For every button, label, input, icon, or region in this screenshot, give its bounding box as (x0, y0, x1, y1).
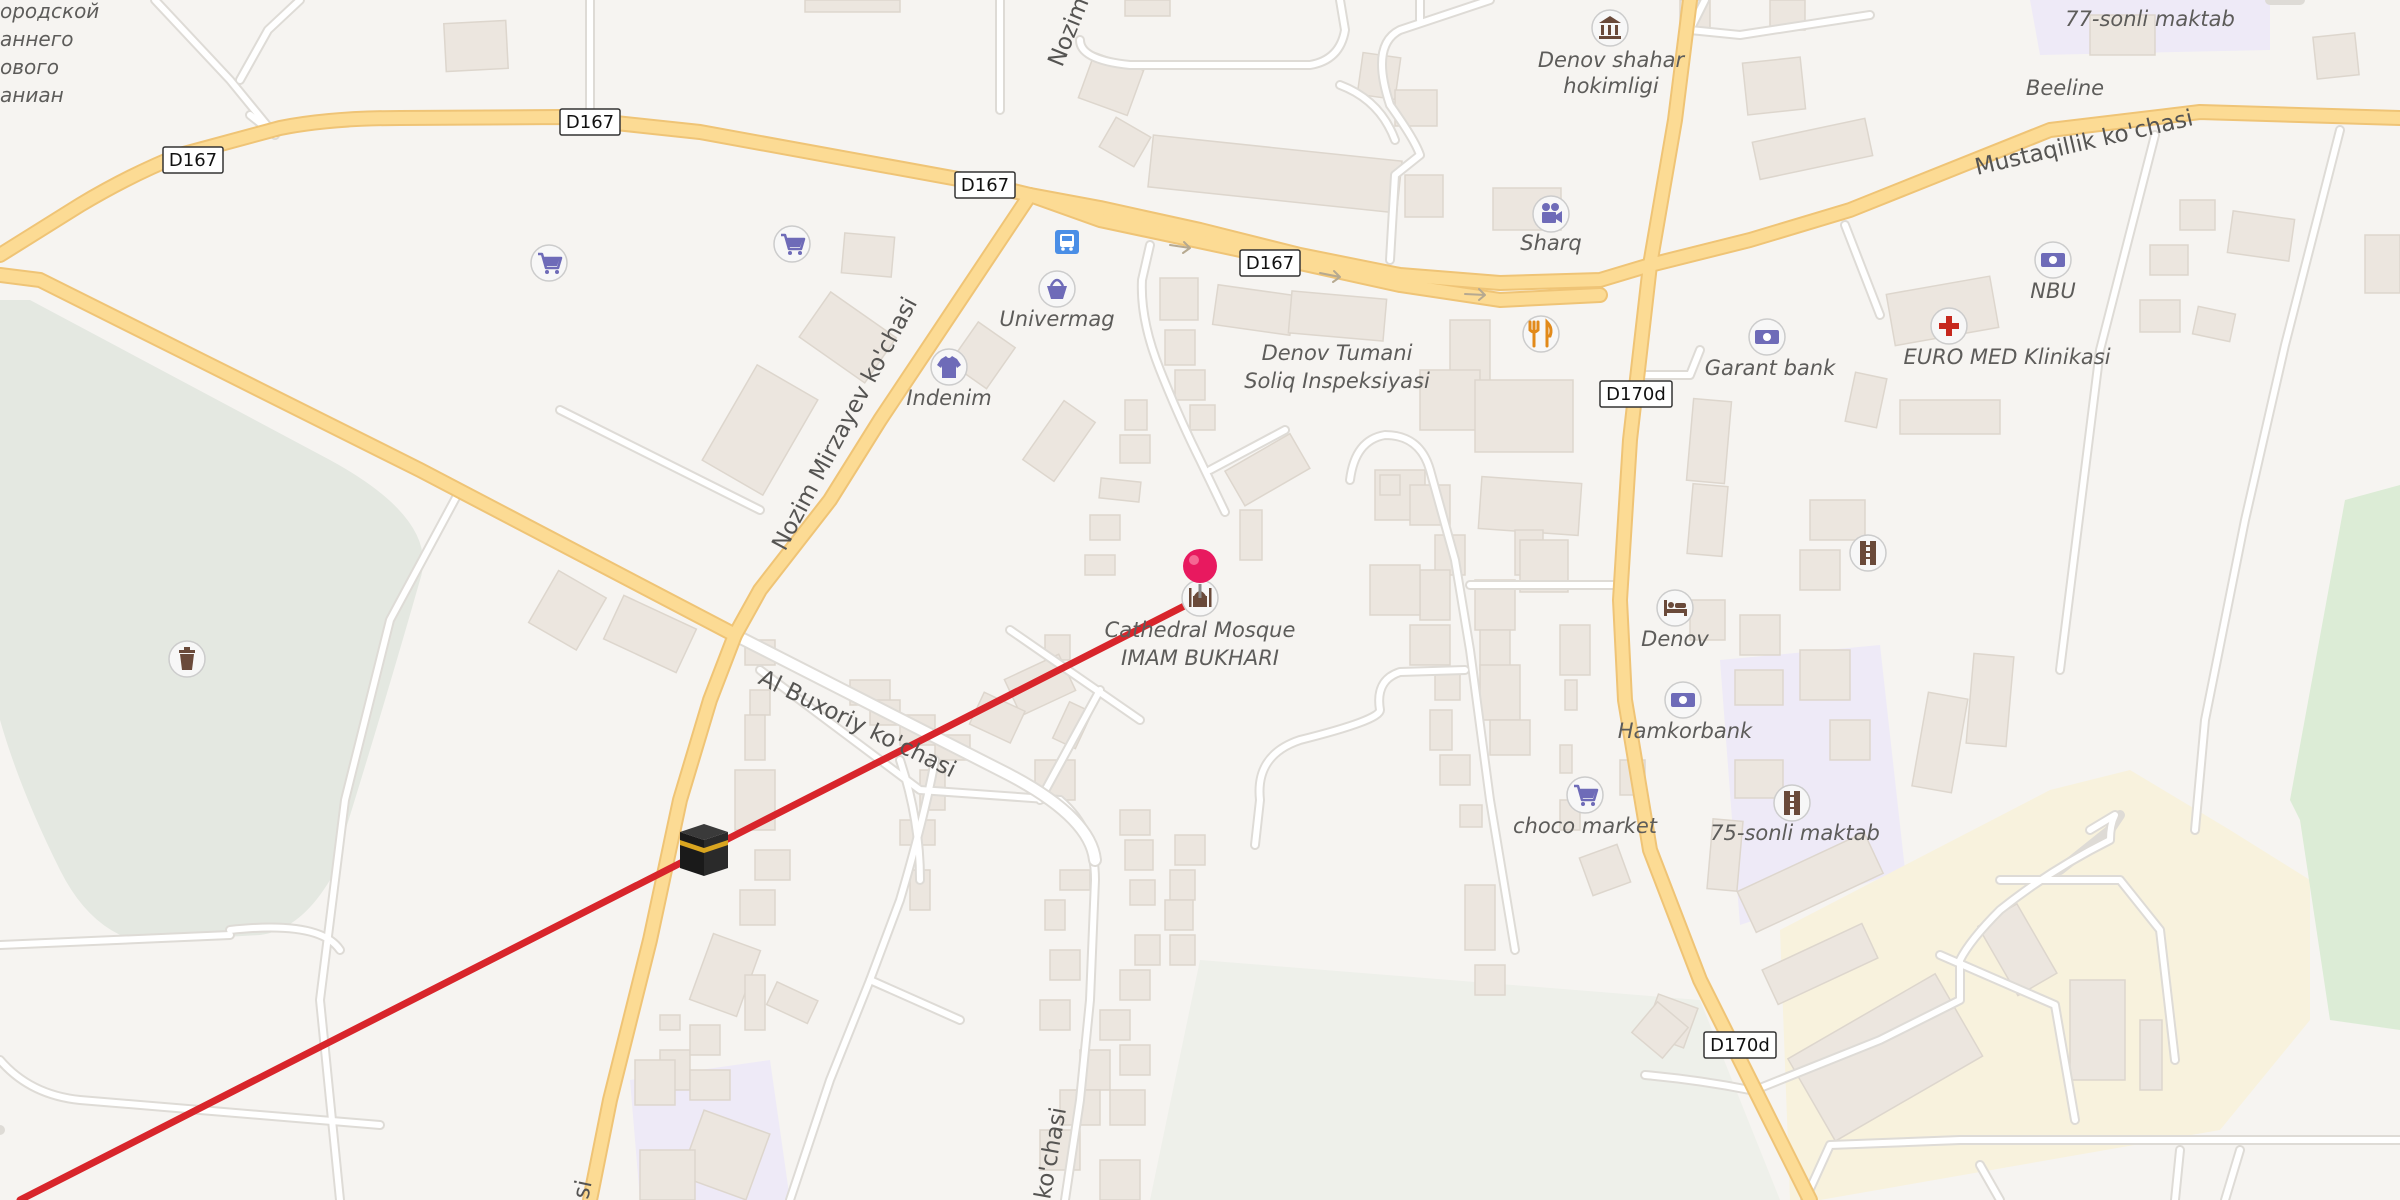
poi-label: Denov shahar (1538, 48, 1686, 72)
bank-icon (1671, 693, 1695, 707)
kaaba-marker[interactable] (680, 824, 728, 876)
bank-icon (2041, 253, 2065, 267)
poi-label: Garant bank (1705, 356, 1836, 380)
poi-waste-bin[interactable] (168, 640, 206, 678)
road-shield-d167: D167 (1239, 249, 1301, 277)
poi-school-ruler-unnamed[interactable] (1849, 534, 1887, 572)
road-shield-text: D170d (1606, 384, 1666, 405)
poi-label: choco market (1513, 814, 1658, 838)
poi-77-sonli-maktab[interactable]: 77-sonli maktab (2065, 7, 2235, 31)
road-shield-d167: D167 (162, 146, 224, 174)
poi-label: hokimligi (1563, 74, 1659, 98)
bank-icon (1755, 330, 1779, 344)
partial-label-line: аннего (0, 27, 73, 51)
road-shield-d167: D167 (559, 108, 621, 136)
road-shield-text: D167 (961, 175, 1009, 196)
road-shield-text: D167 (566, 112, 614, 133)
poi-label: Soliq Inspeksiyasi (1244, 369, 1430, 393)
poi-cart-1[interactable] (530, 244, 568, 282)
poi-label: NBU (2030, 279, 2076, 303)
poi-label: Hamkorbank (1618, 719, 1753, 743)
poi-label: EURO MED Klinikasi (1903, 345, 2110, 369)
road-shield-text: D170d (1710, 1035, 1770, 1056)
road-shield-text: D167 (169, 150, 217, 171)
poi-label: Univermag (999, 307, 1114, 331)
poi-label: Denov Tumani (1262, 341, 1413, 365)
map-canvas[interactable]: D167 D167 D167 D167 D170d D170d Nozim Mi… (0, 0, 2400, 1200)
kaaba-icon (680, 824, 728, 876)
poi-beeline[interactable]: Beeline (2026, 76, 2104, 100)
poi-label: Cathedral Mosque (1105, 618, 1296, 642)
poi-restaurant[interactable] (1522, 315, 1560, 353)
poi-cart-2[interactable] (773, 225, 811, 263)
poi-label: Sharq (1520, 231, 1581, 255)
road-shield-text: D167 (1246, 253, 1294, 274)
poi-label: Indenim (906, 386, 991, 410)
partial-label-line: ородской (0, 0, 99, 23)
poi-label: IMAM BUKHARI (1121, 646, 1279, 670)
partial-label-line: ового (0, 55, 59, 79)
road-shield-d170d: D170d (1703, 1031, 1777, 1059)
road-shield-d167: D167 (954, 171, 1016, 199)
poi-label: 77-sonli maktab (2065, 7, 2235, 31)
poi-label: 75-sonli maktab (1710, 821, 1880, 845)
poi-label: Beeline (2026, 76, 2104, 100)
partial-label-line: аниан (0, 83, 64, 107)
poi-label: Denov (1641, 627, 1709, 651)
road-shield-d170d: D170d (1599, 380, 1673, 408)
poi-bus-stop[interactable] (1055, 230, 1079, 254)
